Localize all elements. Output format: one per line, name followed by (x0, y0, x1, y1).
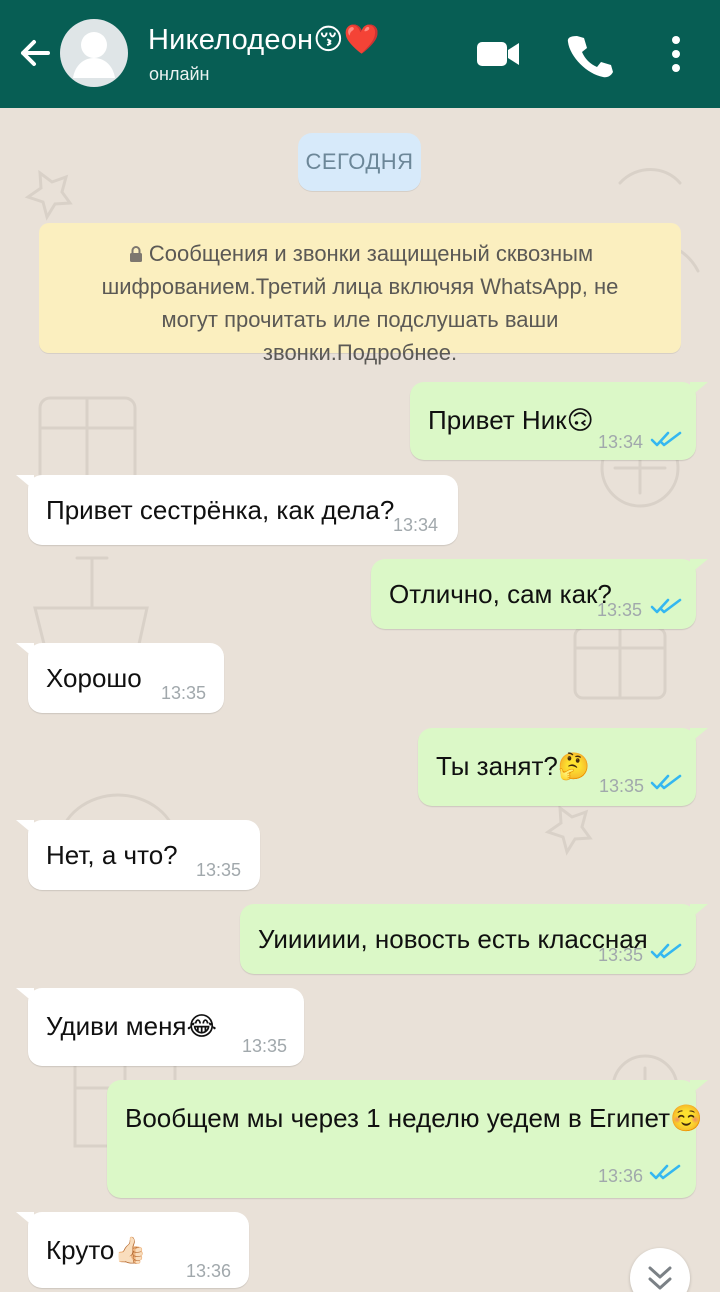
double-chevron-down-icon (648, 1266, 672, 1290)
message-text: Удиви меня😂 (46, 1011, 217, 1041)
incoming-message[interactable]: Круто👍🏻 13:36 (16, 1212, 249, 1288)
more-options-icon[interactable] (650, 28, 702, 80)
outgoing-message[interactable]: Привет Ник🙃 13:34 (410, 382, 708, 460)
message-time: 13:34 (598, 432, 644, 452)
contact-name[interactable]: Никелодеон😚❤️ (148, 22, 380, 57)
message-text: Привет сестрёнка, как дела? (46, 495, 395, 525)
outgoing-message[interactable]: Уииииии, новость есть классная 13:35 (240, 904, 708, 974)
incoming-message[interactable]: Хорошо 13:35 (16, 643, 224, 713)
message-text: Привет Ник🙃 (428, 405, 594, 435)
encryption-notice-text: Сообщения и звонки защищеный сквозным ши… (101, 241, 619, 365)
read-receipt-icon (649, 1164, 681, 1180)
voice-call-icon[interactable] (562, 28, 614, 80)
message-text: Хорошо (46, 663, 142, 693)
read-receipt-icon (650, 431, 682, 447)
message-time: 13:34 (393, 515, 439, 535)
chat-thread[interactable]: СЕГОДНЯ Сообщения и звонки защищеный скв… (0, 108, 720, 1292)
message-time: 13:35 (161, 683, 207, 703)
message-text: Отлично, сам как? (389, 579, 612, 609)
contact-avatar[interactable] (60, 19, 128, 87)
lock-icon (129, 246, 142, 262)
message-time: 13:36 (598, 1166, 644, 1186)
outgoing-message[interactable]: Отлично, сам как? 13:35 (371, 559, 708, 629)
message-time: 13:35 (242, 1036, 288, 1056)
message-text: Ты занят?🤔 (436, 751, 591, 781)
back-arrow-icon[interactable] (14, 32, 56, 74)
incoming-message[interactable]: Нет, а что? 13:35 (16, 820, 260, 890)
message-text: Вообщем мы через 1 неделю уедем в Египет… (125, 1103, 703, 1133)
read-receipt-icon (650, 598, 682, 614)
outgoing-message[interactable]: Вообщем мы через 1 неделю уедем в Египет… (107, 1080, 708, 1198)
scroll-to-bottom-button[interactable] (630, 1248, 690, 1292)
outgoing-message[interactable]: Ты занят?🤔 13:35 (418, 728, 708, 806)
message-time: 13:35 (597, 600, 643, 620)
date-separator: СЕГОДНЯ (298, 133, 421, 191)
message-time: 13:36 (186, 1261, 232, 1281)
message-time: 13:35 (196, 860, 242, 880)
incoming-message[interactable]: Привет сестрёнка, как дела? 13:34 (16, 475, 458, 545)
message-text: Круто👍🏻 (46, 1235, 147, 1265)
read-receipt-icon (650, 774, 682, 790)
message-text: Уииииии, новость есть классная (258, 924, 648, 954)
encryption-notice[interactable]: Сообщения и звонки защищеный сквозным ши… (39, 223, 681, 365)
contact-status: онлайн (149, 64, 210, 84)
read-receipt-icon (650, 943, 682, 959)
default-person-avatar-icon (73, 32, 115, 78)
message-time: 13:35 (598, 945, 644, 965)
video-call-icon[interactable] (472, 28, 524, 80)
message-time: 13:35 (599, 776, 645, 796)
chat-header: Никелодеон😚❤️ онлайн (0, 0, 720, 108)
incoming-message[interactable]: Удиви меня😂 13:35 (16, 988, 304, 1066)
message-text: Нет, а что? (46, 840, 178, 870)
